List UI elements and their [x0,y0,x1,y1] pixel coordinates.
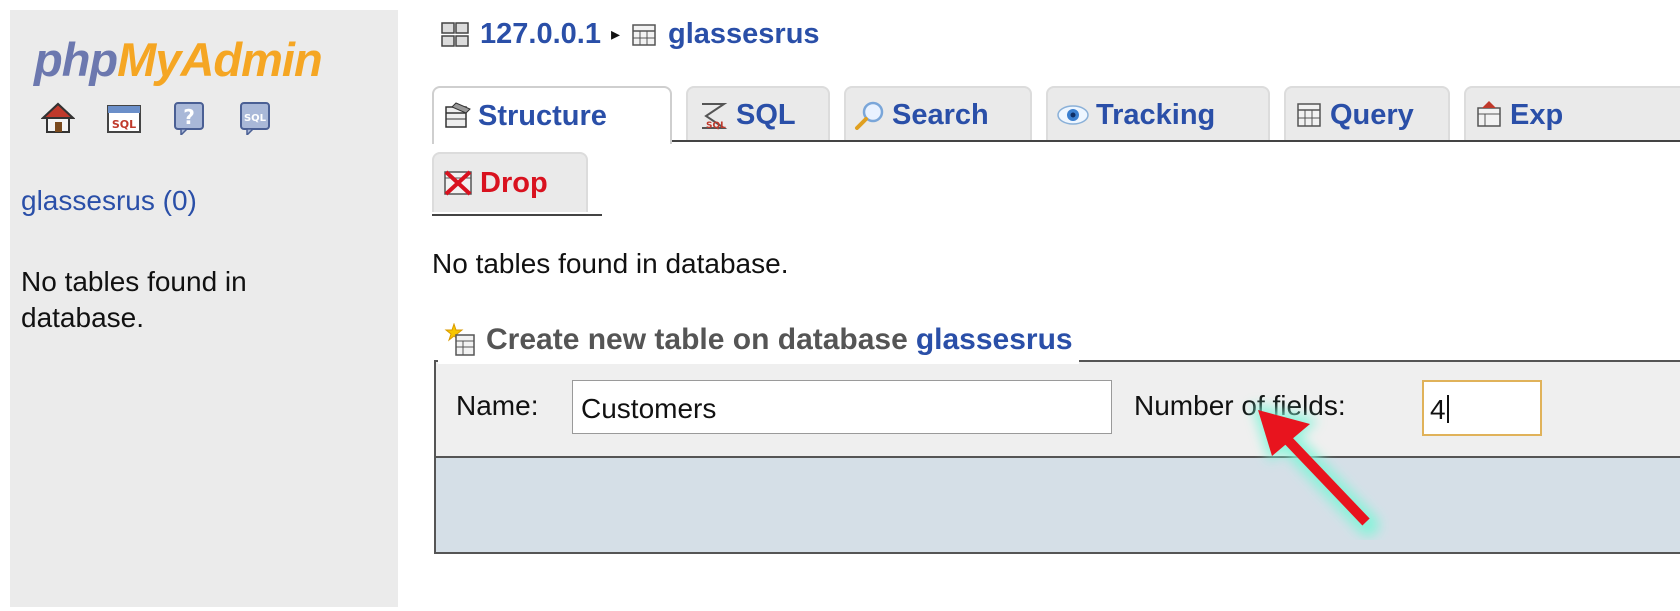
svg-text:SQL: SQL [112,118,136,131]
sql-docs-icon[interactable]: SQL [236,98,276,138]
breadcrumb: 127.0.0.1 ▸ glassesrus [440,18,820,51]
tab-tracking-label: Tracking [1096,98,1216,131]
no-tables-message: No tables found in database. [432,248,789,279]
create-table-legend-database: glassesrus [915,323,1073,356]
svg-text:?: ? [183,105,195,129]
breadcrumb-database-link[interactable]: glassesrus [668,18,820,51]
tracking-eye-icon [1056,103,1090,127]
phpmyadmin-window: phpMyAdmin SQL ? SQL glassesrus (0) No t… [0,0,1680,611]
text-cursor [1446,395,1449,423]
search-icon [854,100,886,130]
database-icon [630,21,658,49]
left-navigation-frame: phpMyAdmin SQL ? SQL glassesrus (0) No t… [0,0,400,611]
server-icon [440,21,470,49]
left-navigation-panel: phpMyAdmin SQL ? SQL glassesrus (0) No t… [10,10,398,607]
new-table-icon [444,323,478,357]
tab-structure-label: Structure [478,99,607,132]
create-table-legend: Create new table on database glassesrus [438,316,1079,364]
main-content-frame: 127.0.0.1 ▸ glassesrus Structure SQL SQL… [400,0,1680,611]
tab-search-label: Search [892,98,989,131]
tab-bar-divider-row2 [432,214,602,216]
tab-tracking[interactable]: Tracking [1046,86,1270,142]
home-icon[interactable] [38,98,78,138]
sql-icon: SQL [696,100,730,130]
drop-icon [442,168,474,198]
logo-php-text: php [34,33,118,86]
number-of-fields-input[interactable]: 4 [1422,380,1542,436]
logo-admin-text: Admin [180,33,322,86]
tab-structure[interactable]: Structure [432,86,672,144]
tab-query[interactable]: Query [1284,86,1450,142]
svg-text:SQL: SQL [244,113,267,124]
database-tab-bar: Structure SQL SQL Search Tracking Query … [432,86,1680,144]
structure-icon [442,101,472,131]
navigation-icon-bar: SQL ? SQL [38,98,276,138]
query-icon [1294,100,1324,130]
create-table-footer [436,458,1680,552]
logo-my-text: My [117,33,181,86]
tab-search[interactable]: Search [844,86,1032,142]
svg-text:SQL: SQL [706,121,726,130]
create-table-legend-text: Create new table on database [486,323,908,356]
breadcrumb-server-link[interactable]: 127.0.0.1 [480,18,601,51]
tab-query-label: Query [1330,98,1414,131]
tab-drop[interactable]: Drop [432,152,588,212]
annotation-arrow-icon [1252,404,1379,536]
sidebar-database-link[interactable]: glassesrus (0) [21,185,197,217]
sql-query-icon[interactable]: SQL [104,98,144,138]
table-name-input[interactable]: Customers [572,380,1112,434]
breadcrumb-separator: ▸ [610,24,620,44]
create-table-fieldset: Name: Customers Number of fields: 4 [434,360,1680,554]
table-name-label: Name: [456,390,539,421]
sidebar-no-tables-message: No tables found in database. [21,266,247,333]
create-table-form-row: Name: Customers Number of fields: 4 [436,362,1680,458]
tab-sql-label: SQL [736,98,796,131]
tab-export[interactable]: Exp [1464,86,1680,142]
database-tab-bar-row2: Drop [432,152,602,216]
tab-drop-label: Drop [480,166,548,199]
phpmyadmin-logo[interactable]: phpMyAdmin [34,33,323,86]
number-of-fields-value: 4 [1430,394,1446,425]
export-icon [1474,100,1504,130]
help-icon[interactable]: ? [170,98,210,138]
tab-export-label: Exp [1510,98,1564,131]
tab-sql[interactable]: SQL SQL [686,86,830,142]
